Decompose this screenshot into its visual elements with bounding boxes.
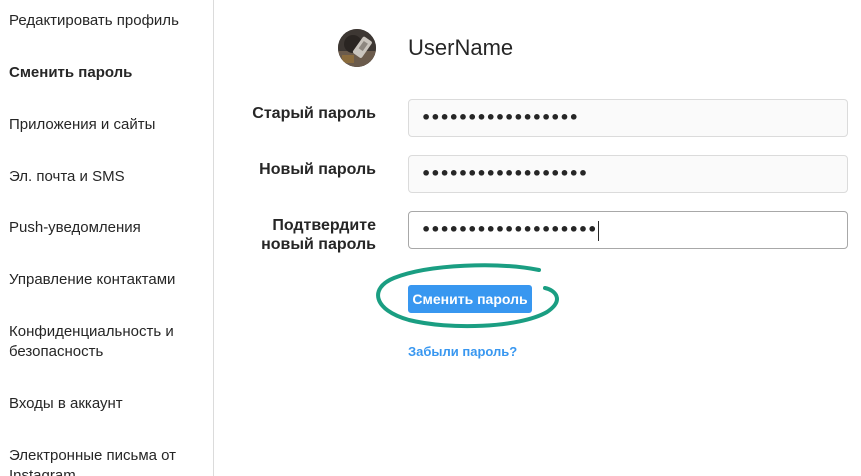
old-password-label: Старый пароль xyxy=(252,105,376,122)
profile-username: UserName xyxy=(408,35,514,60)
change-password-button[interactable]: Сменить пароль xyxy=(408,285,532,313)
forgot-password-link[interactable]: Забыли пароль? xyxy=(408,344,517,359)
settings-page: Редактировать профиль Сменить пароль При… xyxy=(0,0,861,476)
confirm-password-label: Подтвердите новый пароль xyxy=(196,216,376,254)
sidebar-item-login-activity[interactable]: Входы в аккаунт xyxy=(9,394,204,414)
confirm-password-label-line2: новый пароль xyxy=(261,236,376,253)
settings-sidebar: Редактировать профиль Сменить пароль При… xyxy=(0,0,214,476)
new-password-value: •••••••••••••••••• xyxy=(421,164,588,183)
sidebar-item-emails-from-instagram[interactable]: Электронные письма от Instagram xyxy=(9,446,204,476)
sidebar-item-apps-and-websites[interactable]: Приложения и сайты xyxy=(9,115,204,135)
avatar xyxy=(338,29,376,67)
confirm-password-value: ••••••••••••••••••• xyxy=(421,220,597,239)
avatar-image xyxy=(338,29,376,67)
sidebar-item-email-and-sms[interactable]: Эл. почта и SMS xyxy=(9,167,204,187)
old-password-field[interactable]: ••••••••••••••••• xyxy=(408,99,848,137)
confirm-password-label-line1: Подтвердите xyxy=(272,217,376,234)
sidebar-item-push-notifications[interactable]: Push-уведомления xyxy=(9,218,204,238)
change-password-panel: UserName Старый пароль •••••••••••••••••… xyxy=(214,0,861,476)
sidebar-item-edit-profile[interactable]: Редактировать профиль xyxy=(9,11,204,31)
sidebar-item-privacy-and-security[interactable]: Конфиденциальность и безопасность xyxy=(9,322,204,362)
new-password-label: Новый пароль xyxy=(259,161,376,178)
sidebar-item-change-password[interactable]: Сменить пароль xyxy=(9,63,204,83)
sidebar-item-manage-contacts[interactable]: Управление контактами xyxy=(9,270,204,290)
confirm-password-field[interactable]: ••••••••••••••••••• xyxy=(408,211,848,249)
old-password-value: ••••••••••••••••• xyxy=(421,108,579,127)
text-caret xyxy=(598,220,600,241)
new-password-field[interactable]: •••••••••••••••••• xyxy=(408,155,848,193)
